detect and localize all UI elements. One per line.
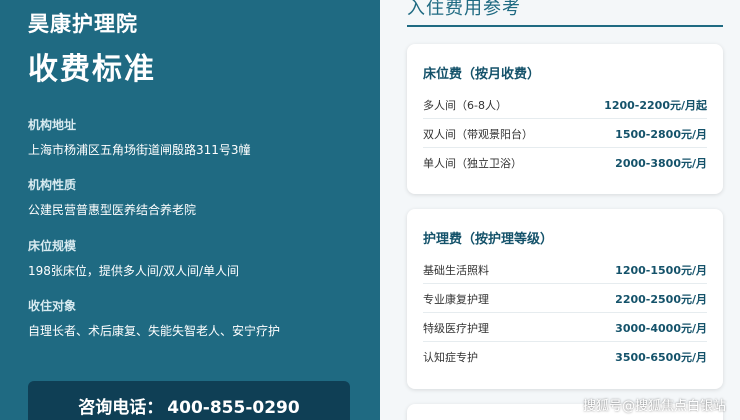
table-row: 双人间（带观景阳台） 1500-2800元/月 — [423, 119, 707, 148]
phone-line: 咨询电话： 400-855-0290 — [28, 393, 350, 418]
address-label: 机构地址 — [28, 118, 77, 132]
row-price: 1200-1500元/月 — [615, 264, 707, 277]
table-row: 单人间（独立卫浴） 2000-3800元/月 — [423, 148, 707, 177]
capacity-value: 198张床位，提供多人间/双人间/单人间 — [28, 264, 239, 278]
title-divider — [407, 25, 723, 27]
table-row: 多人间（6-8人） 1200-2200元/月起 — [423, 90, 707, 119]
capacity-label: 床位规模 — [28, 239, 77, 253]
bed-fee-title: 床位费（按月收费） — [423, 67, 541, 82]
care-fee-card: 护理费（按护理等级） 基础生活照料 1200-1500元/月 专业康复护理 22… — [407, 209, 723, 389]
page-title: 收费标准 — [28, 52, 156, 87]
nature-value: 公建民营普惠型医养结合养老院 — [28, 203, 197, 217]
row-name: 特级医疗护理 — [423, 322, 489, 335]
nature-label: 机构性质 — [28, 178, 77, 192]
table-row: 专业康复护理 2200-2500元/月 — [423, 284, 707, 313]
table-row: 基础生活照料 1200-1500元/月 — [423, 255, 707, 284]
row-price: 2200-2500元/月 — [615, 293, 707, 306]
fee-panel: 入住费用参考 床位费（按月收费） 多人间（6-8人） 1200-2200元/月起… — [380, 0, 740, 420]
row-price: 3000-4000元/月 — [615, 322, 707, 335]
table-row: 认知症专护 3500-6500元/月 — [423, 342, 707, 371]
row-name: 基础生活照料 — [423, 264, 489, 277]
care-fee-title: 护理费（按护理等级） — [423, 232, 554, 247]
row-name: 双人间（带观景阳台） — [423, 128, 533, 141]
info-panel: 昊康护理院 收费标准 机构地址 上海市杨浦区五角场街道闸殷路311号3幢 机构性… — [0, 0, 380, 420]
org-name: 昊康护理院 — [28, 12, 138, 36]
target-value: 自理长者、术后康复、失能失智老人、安宁疗护 — [28, 324, 281, 338]
row-price: 2000-3800元/月 — [615, 157, 707, 170]
row-name: 多人间（6-8人） — [423, 99, 507, 112]
row-name: 单人间（独立卫浴） — [423, 157, 522, 170]
fee-panel-title: 入住费用参考 — [407, 0, 521, 19]
watermark: 搜狐号@搜狐焦点白银站 — [582, 399, 726, 414]
row-price: 3500-6500元/月 — [615, 351, 707, 364]
target-label: 收住对象 — [28, 299, 77, 313]
bed-fee-card: 床位费（按月收费） 多人间（6-8人） 1200-2200元/月起 双人间（带观… — [407, 44, 723, 194]
phone-label: 咨询电话： — [78, 398, 164, 418]
phone-number[interactable]: 400-855-0290 — [167, 398, 299, 418]
row-price: 1500-2800元/月 — [615, 128, 707, 141]
row-price: 1200-2200元/月起 — [604, 99, 707, 112]
row-name: 专业康复护理 — [423, 293, 489, 306]
address-value: 上海市杨浦区五角场街道闸殷路311号3幢 — [28, 143, 251, 157]
table-row: 特级医疗护理 3000-4000元/月 — [423, 313, 707, 342]
phone-button[interactable]: 咨询电话： 400-855-0290 — [28, 381, 350, 420]
row-name: 认知症专护 — [423, 351, 478, 364]
